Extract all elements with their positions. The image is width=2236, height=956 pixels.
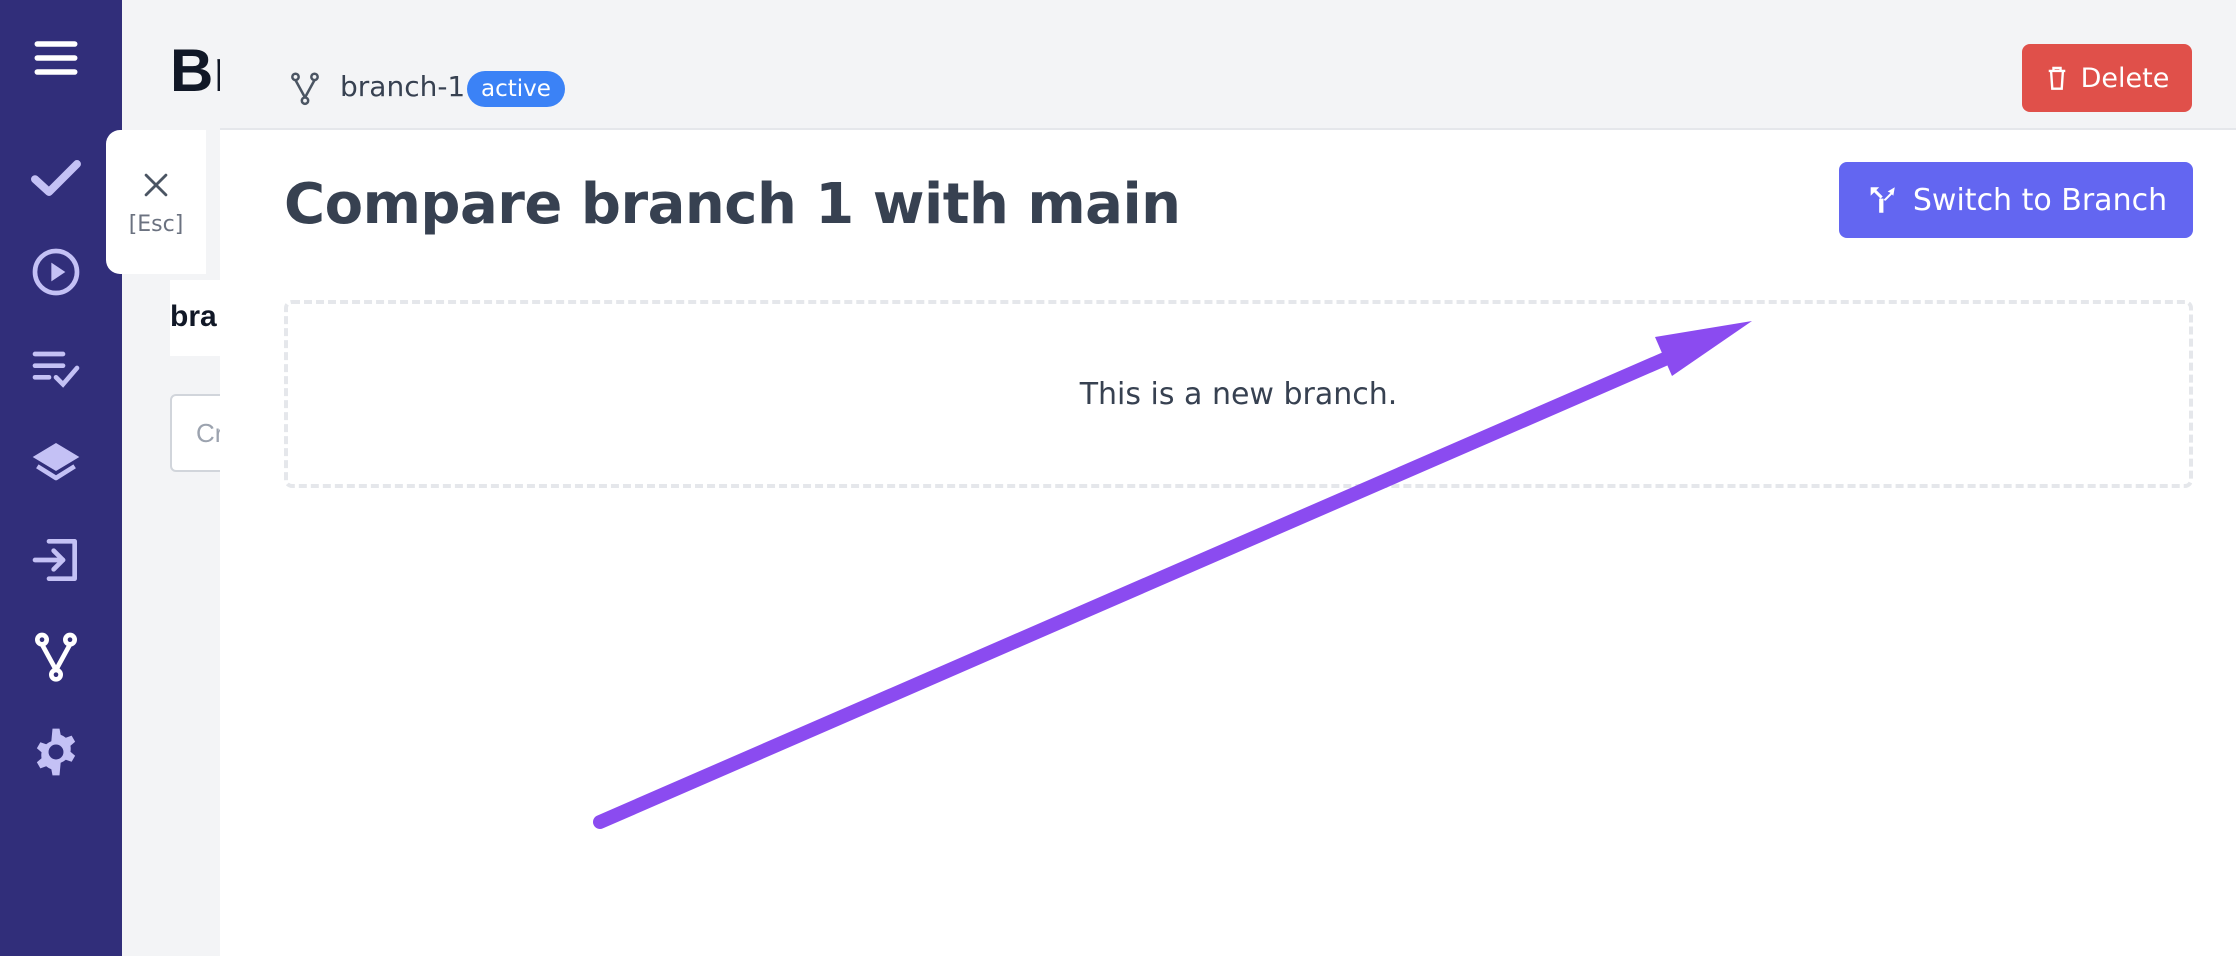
notice-text: This is a new branch. [1079,376,1398,412]
branch-compare-panel: branch-1 active Delete Compare branch 1 … [220,0,2236,956]
panel-header: branch-1 active Delete [220,0,2236,130]
switch-label: Switch to Branch [1912,182,2168,218]
checklist-icon[interactable] [26,338,86,398]
page-title: Compare branch 1 with main [284,172,1181,237]
sidebar [0,0,122,956]
check-icon[interactable] [26,148,86,208]
menu-icon[interactable] [26,28,86,88]
import-icon[interactable] [26,530,86,590]
delete-label: Delete [2080,62,2170,94]
branch-icon [291,72,319,106]
status-badge: active [467,71,565,107]
background-card-label: bra [170,300,217,333]
close-panel-button[interactable]: [Esc] [106,130,206,274]
trash-icon [2048,66,2065,90]
switch-to-branch-button[interactable]: Switch to Branch [1839,162,2193,238]
play-circle-icon[interactable] [26,242,86,302]
delete-button[interactable]: Delete [2022,44,2192,112]
empty-diff-notice: This is a new branch. [284,300,2193,488]
branch-icon[interactable] [26,626,86,686]
esc-hint: [Esc] [128,211,184,237]
merge-icon [1870,187,1895,213]
close-icon [144,173,168,196]
layers-icon[interactable] [26,434,86,494]
gear-icon[interactable] [26,722,86,782]
branch-name: branch-1 [340,70,466,103]
